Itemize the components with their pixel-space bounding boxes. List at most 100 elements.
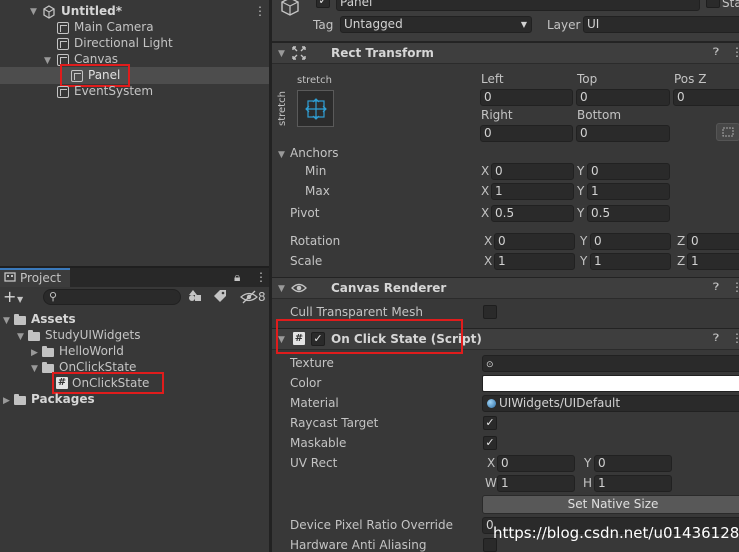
uv-h-label[interactable]: H [583, 476, 592, 491]
anchors-foldout-arrow[interactable]: ▼ [278, 150, 285, 160]
study-foldout-arrow[interactable]: ▼ [17, 332, 24, 342]
scene-menu-icon[interactable]: ⋮ [254, 4, 266, 19]
uv-y-input[interactable]: 0 [594, 455, 672, 472]
scale-x-input[interactable]: 1 [494, 253, 575, 270]
tree-item-packages[interactable]: Packages [31, 392, 95, 407]
maskable-checkbox[interactable]: ✓ [483, 436, 497, 450]
pivot-y-input[interactable]: 0.5 [587, 205, 670, 222]
filter-shapes-icon [189, 290, 201, 301]
cull-transparent-checkbox[interactable] [483, 305, 497, 319]
uv-h-input[interactable]: 1 [594, 475, 672, 492]
rot-x-input[interactable]: 0 [494, 233, 575, 250]
raycast-target-checkbox[interactable]: ✓ [483, 416, 497, 430]
top-input[interactable]: 0 [576, 89, 670, 106]
component-menu-icon[interactable]: ⋮ [731, 331, 739, 346]
help-icon[interactable]: ❓︎ [713, 282, 719, 293]
material-label: Material [290, 396, 339, 410]
scale-z-input[interactable]: 1 [687, 253, 739, 270]
set-native-size-button[interactable]: Set Native Size [482, 495, 739, 514]
rect-foldout-arrow[interactable]: ▼ [278, 49, 285, 59]
color-swatch[interactable] [482, 375, 739, 392]
rot-z-input[interactable]: 0 [687, 233, 739, 250]
min-y-input[interactable]: 0 [587, 163, 670, 180]
pivot-y-label[interactable]: Y [577, 206, 584, 221]
static-checkbox[interactable] [706, 0, 720, 8]
assets-foldout-arrow[interactable]: ▼ [3, 316, 10, 326]
tag-dropdown[interactable]: Untagged ▼ [340, 16, 532, 33]
scale-y-input[interactable]: 1 [590, 253, 671, 270]
scale-y-label[interactable]: Y [580, 254, 587, 269]
object-name-input[interactable]: Panel [336, 0, 700, 11]
help-icon[interactable]: ❓︎ [713, 47, 719, 58]
max-y-input[interactable]: 1 [587, 183, 670, 200]
eye-slash-icon [240, 290, 258, 304]
scene-foldout-arrow[interactable]: ▼ [30, 7, 37, 17]
uv-w-label[interactable]: W [485, 476, 497, 491]
uv-x-input[interactable]: 0 [497, 455, 575, 472]
max-y-label[interactable]: Y [577, 184, 584, 199]
project-search-input[interactable] [43, 289, 181, 305]
rot-y-input[interactable]: 0 [590, 233, 671, 250]
lock-icon[interactable]: 🔒︎ [234, 270, 240, 285]
min-x-label[interactable]: X [481, 164, 489, 179]
material-field[interactable]: UIWidgets/UIDefault [482, 395, 739, 412]
anchors-label[interactable]: Anchors [290, 146, 339, 161]
selected-row-highlight [0, 67, 269, 84]
help-icon[interactable]: ❓︎ [713, 333, 719, 344]
layer-dropdown[interactable]: UI [583, 16, 739, 33]
tree-item-helloworld[interactable]: HelloWorld [59, 344, 124, 359]
add-dropdown-icon[interactable]: ▼ [17, 292, 23, 307]
raw-edit-button[interactable] [716, 123, 739, 141]
project-menu-icon[interactable]: ⋮ [255, 270, 267, 285]
uv-x-label[interactable]: X [487, 456, 495, 471]
bottom-input[interactable]: 0 [576, 125, 670, 142]
canvas-foldout-arrow[interactable]: ▼ [44, 56, 51, 66]
search-icon: ⚲ [49, 290, 58, 303]
scene-name[interactable]: Untitled* [61, 4, 122, 19]
texture-field[interactable]: ⊙ [482, 355, 739, 372]
pivot-x-label[interactable]: X [481, 206, 489, 221]
component-menu-icon[interactable]: ⋮ [731, 280, 739, 295]
uv-w-input[interactable]: 1 [497, 475, 575, 492]
project-tab-label[interactable]: Project [20, 271, 61, 286]
tree-item-assets[interactable]: Assets [31, 312, 76, 327]
min-y-label[interactable]: Y [577, 164, 584, 179]
watermark-text: https://blog.csdn.net/u014361280 [493, 524, 739, 542]
canvas-renderer-foldout-arrow[interactable]: ▼ [278, 284, 285, 294]
anchor-preset-button[interactable] [297, 90, 334, 127]
gameobject-icon [57, 86, 69, 98]
filter-label-button[interactable] [213, 289, 229, 305]
pivot-x-input[interactable]: 0.5 [491, 205, 574, 222]
active-checkbox[interactable]: ✓ [316, 0, 330, 8]
helloworld-foldout-arrow[interactable]: ▶ [31, 348, 38, 358]
hierarchy-item-directional-light[interactable]: Directional Light [74, 36, 173, 51]
uv-y-label[interactable]: Y [584, 456, 591, 471]
filter-type-button[interactable] [188, 289, 204, 305]
scale-z-label[interactable]: Z [677, 254, 685, 269]
rot-x-label[interactable]: X [484, 234, 492, 249]
folder-icon [14, 394, 26, 405]
hidden-count: 8 [258, 290, 266, 304]
component-menu-icon[interactable]: ⋮ [731, 45, 739, 60]
scale-x-label[interactable]: X [484, 254, 492, 269]
right-input[interactable]: 0 [480, 125, 573, 142]
max-x-label[interactable]: X [481, 184, 489, 199]
hierarchy-item-eventsystem[interactable]: EventSystem [74, 84, 153, 99]
texture-label: Texture [290, 356, 334, 370]
color-label: Color [290, 376, 322, 390]
project-panel: Project 🔒︎ ⋮ + ▼ ⚲ 8 ▼ Assets ▼ StudyUIW… [0, 268, 269, 552]
tag-label: Tag [313, 18, 334, 32]
min-x-input[interactable]: 0 [491, 163, 574, 180]
rot-z-label[interactable]: Z [677, 234, 685, 249]
left-input[interactable]: 0 [480, 89, 573, 106]
hierarchy-item-main-camera[interactable]: Main Camera [74, 20, 154, 35]
rot-y-label[interactable]: Y [580, 234, 587, 249]
hidden-packages-button[interactable]: 8 [240, 289, 268, 305]
packages-foldout-arrow[interactable]: ▶ [3, 396, 10, 406]
object-picker-icon: ⊙ [486, 360, 494, 370]
onclickstate-foldout-arrow[interactable]: ▼ [31, 364, 38, 374]
max-x-input[interactable]: 1 [491, 183, 574, 200]
posz-input[interactable]: 0 [673, 89, 739, 106]
add-button[interactable]: + [3, 289, 16, 305]
tree-item-studyuiwidgets[interactable]: StudyUIWidgets [45, 328, 140, 343]
